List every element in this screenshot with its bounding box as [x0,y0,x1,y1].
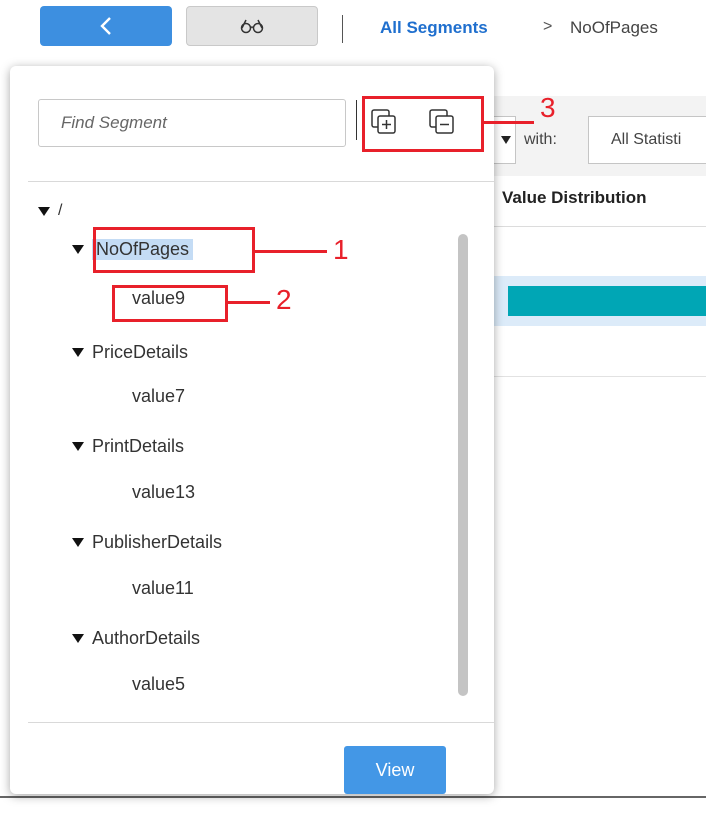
row-divider [490,376,706,377]
annotation-box-3 [362,96,484,152]
column-header-value-distribution: Value Distribution [502,188,647,207]
tree-leaf-value11[interactable]: value11 [132,578,194,599]
tree-leaf-label: value5 [132,674,186,694]
expand-triangle-icon [72,348,84,357]
search-divider [356,100,357,140]
tree-item-printdetails[interactable]: PrintDetails [72,436,184,457]
tree-leaf-value7[interactable]: value7 [132,386,185,407]
row-divider [490,226,706,227]
tree-item-publisherdetails[interactable]: PublisherDetails [72,532,222,553]
annotation-line-1 [255,250,327,253]
caret-down-icon [501,136,511,144]
annotation-box-2 [112,285,228,322]
annotation-line-2 [228,301,270,304]
breadcrumb-separator: > [543,18,553,35]
tree-leaf-value13[interactable]: value13 [132,482,195,503]
tree-leaf-label: value7 [132,386,186,406]
tree-item-label: PriceDetails [92,342,189,362]
expand-triangle-icon [72,634,84,643]
breadcrumb-root-link[interactable]: All Segments [380,18,488,38]
annotation-number-1: 1 [333,234,349,265]
preview-toggle-button[interactable] [186,6,318,46]
tree-leaf-label: value11 [132,578,194,598]
tree-root[interactable]: / [38,202,62,220]
expand-triangle-icon [72,245,84,254]
tree-item-label: AuthorDetails [92,628,201,648]
tree-leaf-value5[interactable]: value5 [132,674,185,695]
panel-divider [28,181,494,182]
toolbar-divider [342,15,343,43]
tree-item-label: PublisherDetails [92,532,223,552]
expand-triangle-icon [72,442,84,451]
statistics-select[interactable]: All Statisti [588,116,706,164]
tree-root-label: / [58,202,63,219]
segment-panel: / NoOfPages value9 PriceDetails value7 P… [10,66,494,794]
tree-item-label: PrintDetails [92,436,185,456]
panel-divider [28,722,494,723]
tree-scrollbar[interactable] [458,234,468,696]
expand-triangle-icon [38,206,50,216]
annotation-line-3 [484,121,534,124]
view-button[interactable]: View [344,746,446,794]
expand-triangle-icon [72,538,84,547]
back-button[interactable] [40,6,172,46]
results-table [490,176,706,796]
annotation-box-1 [93,227,255,273]
distribution-bar [508,286,706,316]
annotation-number-3: 3 [540,92,556,123]
glasses-icon [240,19,264,34]
chevron-left-icon [100,17,111,35]
annotation-number-2: 2 [276,284,292,315]
breadcrumb-current: NoOfPages [570,18,658,37]
find-segment-input[interactable] [38,99,346,147]
with-label: with: [524,131,557,148]
tree-leaf-label: value13 [132,482,196,502]
bottom-edge [0,796,706,813]
tree-item-authordetails[interactable]: AuthorDetails [72,628,200,649]
tree-item-pricedetails[interactable]: PriceDetails [72,342,188,363]
